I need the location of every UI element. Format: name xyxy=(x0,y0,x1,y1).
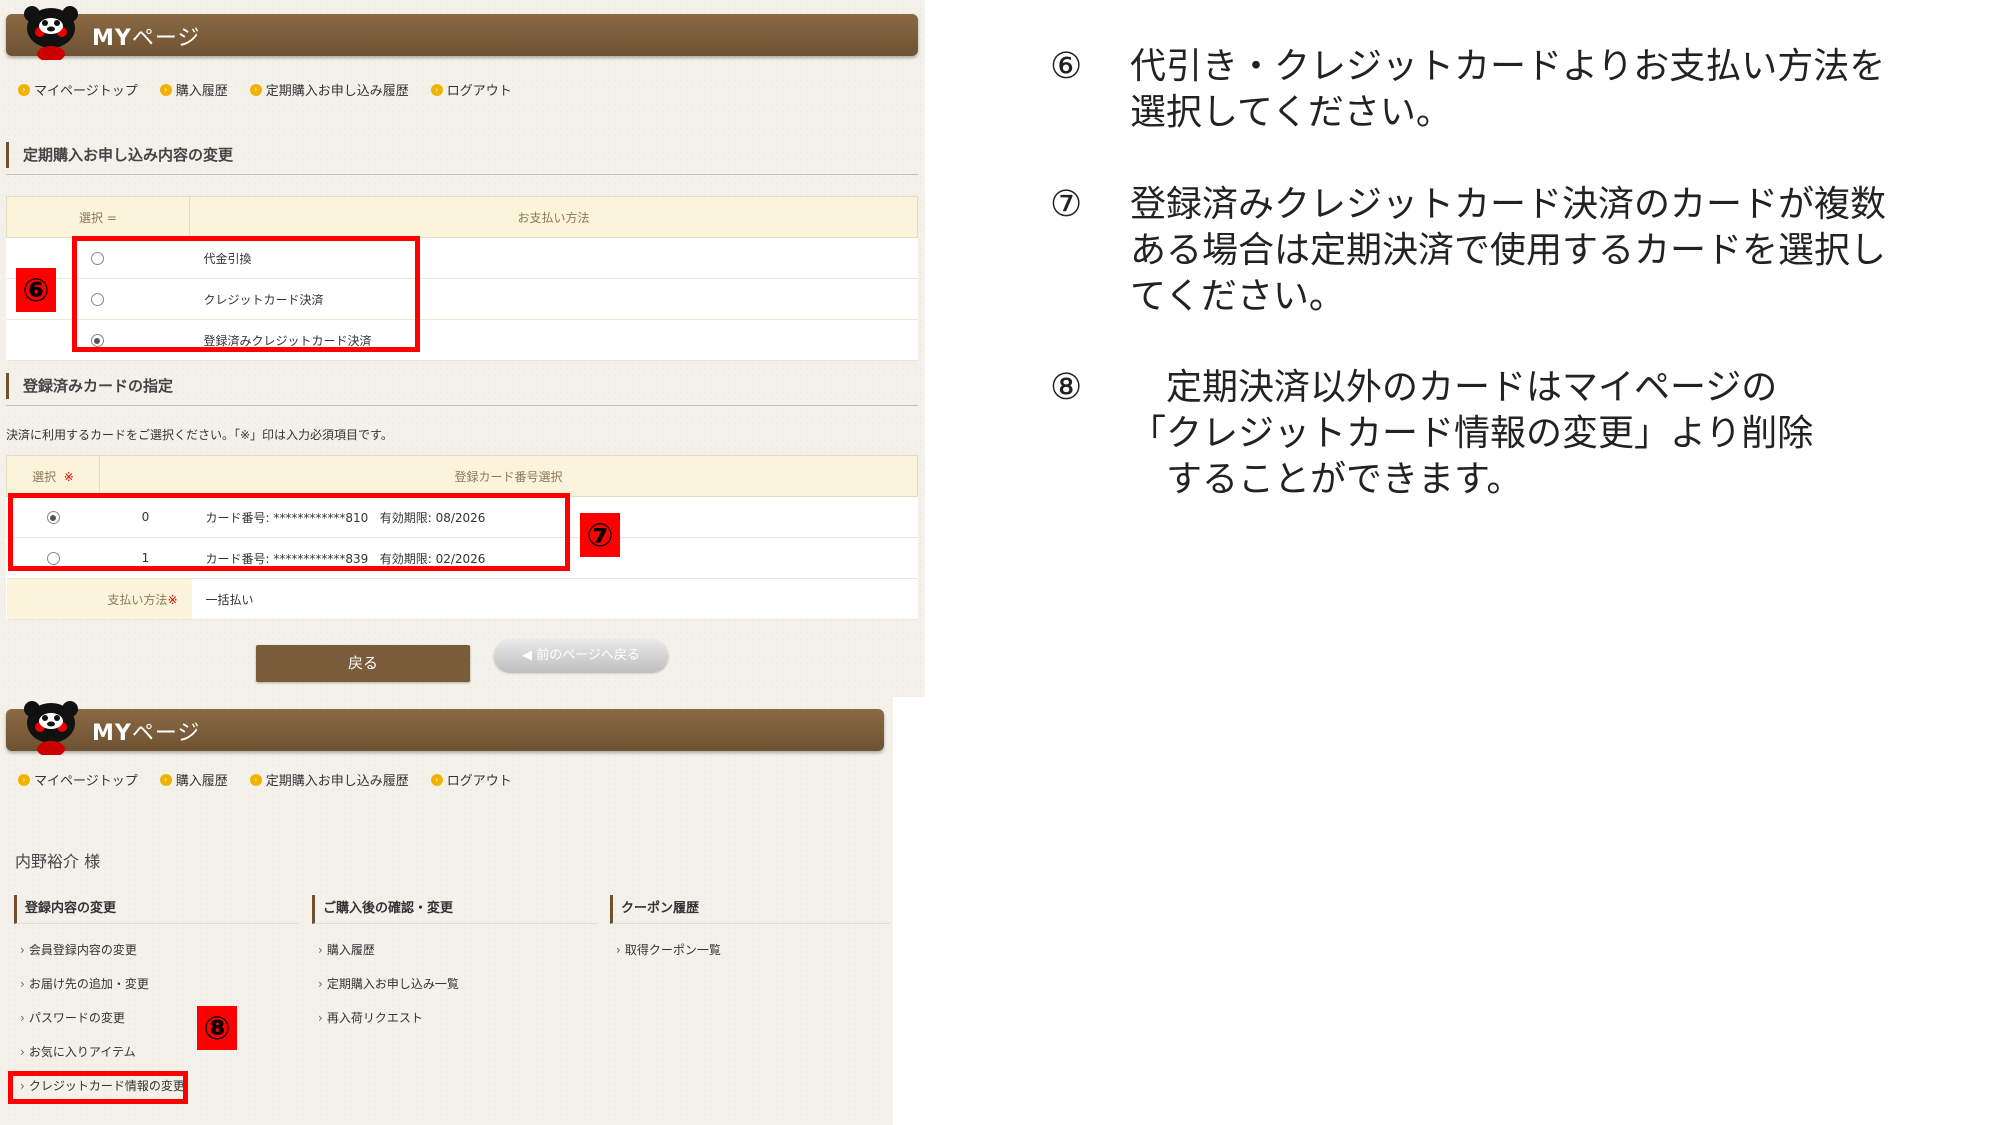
column-head: ご購入後の確認・変更 xyxy=(312,895,597,924)
nav-subscription-history[interactable]: › 定期購入お申し込み履歴 xyxy=(249,770,409,789)
header-title: MYページ xyxy=(92,26,201,51)
nav-mypage-top[interactable]: › マイページトップ xyxy=(18,80,138,99)
instruction-8: ⑧ 定期決済以外のカードはマイページの 「クレジットカード情報の変更」より削除 … xyxy=(1050,365,1813,500)
instruction-7: ⑦ 登録済みクレジットカード決済のカードが複数 ある場合は定期決済で使用するカー… xyxy=(1050,182,1886,317)
chevron-right-icon: › xyxy=(430,83,443,96)
nav-subscription-history[interactable]: › 定期購入お申し込み履歴 xyxy=(249,80,409,99)
link-password[interactable]: パスワードの変更 xyxy=(14,1011,299,1026)
nav-mypage-top[interactable]: › マイページトップ xyxy=(18,770,138,789)
chevron-right-icon: › xyxy=(18,773,30,786)
link-delivery-address[interactable]: お届け先の追加・変更 xyxy=(14,977,299,992)
column-head: 登録内容の変更 xyxy=(14,895,299,924)
instruction-number: ⑦ xyxy=(1050,184,1083,225)
chevron-right-icon: › xyxy=(430,773,443,786)
badge-8: ⑧ xyxy=(197,1006,237,1050)
chevron-right-icon: › xyxy=(249,83,262,96)
chevron-right-icon: › xyxy=(159,83,172,96)
link-member-info[interactable]: 会員登録内容の変更 xyxy=(14,943,299,958)
highlight-box-6 xyxy=(72,236,420,352)
link-subscription-list[interactable]: 定期購入お申し込み一覧 xyxy=(312,977,597,992)
required-note: 決済に利用するカードをご選択ください。「※」印は入力必須項目です。 xyxy=(6,428,393,442)
instruction-number: ⑥ xyxy=(1050,46,1083,87)
col-select-header: 選択 ※ xyxy=(6,455,100,497)
kumamon-mascot-icon xyxy=(24,6,78,60)
col-method-header: お支払い方法 xyxy=(189,196,918,238)
header-title: MYページ xyxy=(92,721,201,746)
instruction-text: 登録済みクレジットカード決済のカードが複数 ある場合は定期決済で使用するカードを… xyxy=(1130,184,1887,317)
link-coupon-list[interactable]: 取得クーポン一覧 xyxy=(610,943,890,958)
top-nav: › マイページトップ › 購入履歴 › 定期購入お申し込み履歴 › ログアウト xyxy=(18,770,512,789)
header-bar: MYページ xyxy=(6,709,884,751)
nav-purchase-history[interactable]: › 購入履歴 xyxy=(159,770,228,789)
arrow-left-icon: ◀ xyxy=(522,648,537,663)
instruction-text: 代引き・クレジットカードよりお支払い方法を 選択してください。 xyxy=(1130,46,1886,133)
nav-logout[interactable]: › ログアウト xyxy=(430,80,512,99)
screenshot-payment-change: MYページ › マイページトップ › 購入履歴 › 定期購入お申し込み履歴 › ログアウ… xyxy=(0,0,925,697)
instruction-text: 定期決済以外のカードはマイページの 「クレジットカード情報の変更」より削除 する… xyxy=(1130,367,1814,500)
header-bar: MYページ xyxy=(6,14,918,56)
badge-7: ⑦ xyxy=(580,513,620,557)
prev-page-button[interactable]: ◀ 前のページへ戻る xyxy=(494,640,668,672)
user-name: 内野裕介 様 xyxy=(15,852,101,871)
kumamon-mascot-icon xyxy=(24,701,78,755)
highlight-box-7 xyxy=(8,493,570,571)
col-card-header: 登録カード番号選択 xyxy=(99,455,918,497)
pay-method-label: 支払い方法※ xyxy=(6,578,192,620)
screenshot-mypage: MYページ › マイページトップ › 購入履歴 › 定期購入お申し込み履歴 › ログアウ… xyxy=(0,697,893,1125)
link-purchase-history[interactable]: 購入履歴 xyxy=(312,943,597,958)
column-coupons: クーポン履歴 取得クーポン一覧 xyxy=(610,895,890,958)
link-favorites[interactable]: お気に入りアイテム xyxy=(14,1045,299,1060)
back-button[interactable]: 戻る xyxy=(256,645,470,682)
section-title-subscription-change: 定期購入お申し込み内容の変更 xyxy=(6,142,233,168)
highlight-box-8 xyxy=(8,1071,188,1104)
instruction-6: ⑥ 代引き・クレジットカードよりお支払い方法を 選択してください。 xyxy=(1050,44,1885,133)
col-select-header: 選択 = xyxy=(6,196,190,238)
column-after-purchase: ご購入後の確認・変更 購入履歴 定期購入お申し込み一覧 再入荷リクエスト xyxy=(312,895,597,1026)
column-head: クーポン履歴 xyxy=(610,895,890,924)
badge-6: ⑥ xyxy=(16,268,56,312)
instruction-number: ⑧ xyxy=(1050,367,1083,408)
chevron-right-icon: › xyxy=(159,773,172,786)
column-registration: 登録内容の変更 会員登録内容の変更 お届け先の追加・変更 パスワードの変更 お気… xyxy=(14,895,299,1094)
nav-logout[interactable]: › ログアウト xyxy=(430,770,512,789)
section-divider xyxy=(6,405,918,406)
section-divider xyxy=(6,174,918,175)
chevron-right-icon: › xyxy=(249,773,262,786)
table-row: 支払い方法※ 一括払い xyxy=(6,578,918,620)
link-restock-request[interactable]: 再入荷リクエスト xyxy=(312,1011,597,1026)
nav-purchase-history[interactable]: › 購入履歴 xyxy=(159,80,228,99)
pay-method-value: 一括払い xyxy=(191,578,918,620)
section-title-registered-card: 登録済みカードの指定 xyxy=(6,373,173,399)
chevron-right-icon: › xyxy=(18,83,30,96)
top-nav: › マイページトップ › 購入履歴 › 定期購入お申し込み履歴 › ログアウト xyxy=(18,80,512,99)
